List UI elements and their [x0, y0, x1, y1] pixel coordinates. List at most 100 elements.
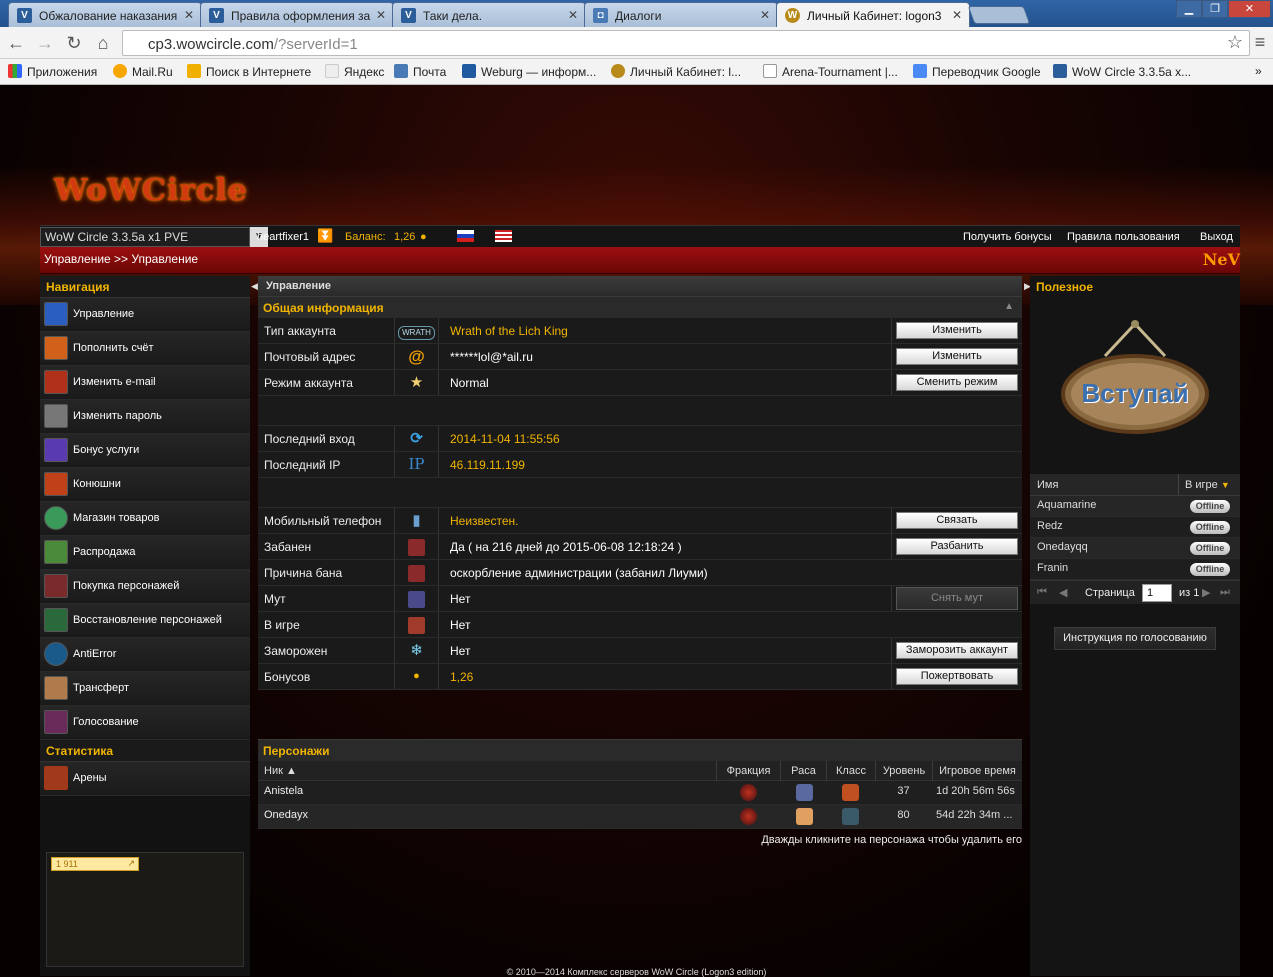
site-logo[interactable]: WoWCircle: [54, 173, 248, 208]
wowcircle-favicon-icon: V: [209, 8, 224, 23]
next-page-icon[interactable]: ▶: [1202, 586, 1210, 599]
balance-value: 1,26: [394, 231, 416, 243]
reload-icon[interactable]: ↻: [64, 33, 84, 53]
characters-title: Персонажи: [258, 739, 1022, 761]
realm-select[interactable]: WoW Circle 3.3.5a x1 PVE ▼: [40, 227, 268, 247]
nav-item-bonus-services[interactable]: Бонус услуги: [40, 434, 250, 468]
nav-item-change-password[interactable]: Изменить пароль: [40, 400, 250, 434]
col-class[interactable]: Класс: [826, 761, 875, 781]
bookmark-wowcircle[interactable]: WoW Circle 3.3.5a x...: [1053, 64, 1191, 79]
menu-icon[interactable]: ≡: [1250, 32, 1270, 52]
vk-favicon-icon: ◘: [593, 8, 608, 23]
bookmark-yandex[interactable]: Яндекс: [325, 64, 384, 79]
bookmark-apps[interactable]: Приложения: [8, 64, 97, 79]
window-close-button[interactable]: ✕: [1228, 0, 1271, 18]
freeze-account-button[interactable]: Заморозить аккаунт: [896, 642, 1018, 659]
prev-page-icon[interactable]: ◀: [1059, 586, 1067, 599]
close-icon[interactable]: ✕: [952, 8, 962, 22]
nav-item-restore-characters[interactable]: Восстановление персонажей: [40, 604, 250, 638]
col-name[interactable]: Имя: [1037, 479, 1058, 491]
col-faction[interactable]: Фракция: [716, 761, 780, 781]
nav-item-buy-characters[interactable]: Покупка персонажей: [40, 570, 250, 604]
forward-icon[interactable]: →: [35, 33, 55, 53]
search-icon: [187, 64, 201, 78]
counter-banner: 1 911 ↗: [46, 852, 244, 967]
last-page-icon[interactable]: ⏭: [1220, 586, 1230, 599]
list-item[interactable]: Franin Offline: [1030, 559, 1240, 580]
page-input[interactable]: 1: [1142, 584, 1172, 602]
transfer-icon: [44, 676, 68, 700]
nav-item-management[interactable]: Управление: [40, 298, 250, 332]
bookmark-search[interactable]: Поиск в Интернете: [187, 64, 311, 79]
nav-item-voting[interactable]: Голосование: [40, 706, 250, 740]
mail-icon: [394, 64, 408, 78]
bookmarks-overflow[interactable]: »: [1255, 64, 1262, 78]
nav-item-shop[interactable]: Магазин товаров: [40, 502, 250, 536]
voting-instructions-button[interactable]: Инструкция по голосованию: [1054, 627, 1216, 650]
bookmark-weburg[interactable]: Weburg — информ...: [462, 64, 596, 79]
us-flag-icon[interactable]: [495, 230, 512, 242]
mute-icon: [395, 586, 439, 611]
get-bonuses-link[interactable]: Получить бонусы: [963, 231, 1052, 243]
logout-link[interactable]: Выход: [1200, 231, 1233, 243]
tab-3[interactable]: V Таки дела. ✕: [392, 2, 586, 27]
list-item[interactable]: Onedayqq Offline: [1030, 538, 1240, 559]
bookmark-mail[interactable]: Почта: [394, 64, 446, 79]
close-icon[interactable]: ✕: [184, 8, 194, 22]
visitor-counter[interactable]: 1 911 ↗: [51, 857, 139, 871]
tab-1[interactable]: V Обжалование наказания ✕: [8, 2, 202, 27]
maximize-button[interactable]: ❐: [1202, 0, 1228, 18]
tab-2[interactable]: V Правила оформления за ✕: [200, 2, 394, 27]
address-bar[interactable]: cp3.wowcircle.com/?serverId=1: [122, 30, 1250, 56]
nav-item-change-email[interactable]: Изменить e-mail: [40, 366, 250, 400]
nav-item-top-up[interactable]: Пополнить счёт: [40, 332, 250, 366]
new-tab-button[interactable]: [967, 6, 1031, 24]
collapse-left-icon[interactable]: ◀: [251, 281, 258, 297]
table-row[interactable]: Anistela 37 1d 20h 56m 56s: [258, 781, 1022, 805]
col-race[interactable]: Раса: [780, 761, 826, 781]
back-icon[interactable]: ←: [6, 33, 26, 53]
list-item[interactable]: Redz Offline: [1030, 517, 1240, 538]
bookmark-cabinet[interactable]: Личный Кабинет: l...: [611, 64, 741, 79]
unmute-button[interactable]: Снять мут: [896, 587, 1018, 610]
unban-button[interactable]: Разбанить: [896, 538, 1018, 555]
col-in-game[interactable]: В игре ▼: [1178, 474, 1240, 495]
col-level[interactable]: Уровень: [875, 761, 932, 781]
minimize-button[interactable]: ▁: [1176, 0, 1202, 18]
table-row[interactable]: Onedayx 80 54d 22h 34m ...: [258, 805, 1022, 829]
bookmark-mailru[interactable]: Mail.Ru: [113, 64, 173, 79]
snowflake-icon: ❄: [395, 638, 439, 663]
change-email-button[interactable]: Изменить: [896, 348, 1018, 365]
nav-item-transfer[interactable]: Трансферт: [40, 672, 250, 706]
nav-item-antierror[interactable]: AntiError: [40, 638, 250, 672]
link-phone-button[interactable]: Связать: [896, 512, 1018, 529]
phone-icon: ▮: [395, 508, 439, 533]
online-list: Aquamarine Offline Redz Offline Onedayqq Of…: [1030, 496, 1240, 580]
nav-item-sale[interactable]: Распродажа: [40, 536, 250, 570]
collapse-icon[interactable]: ▲: [1004, 301, 1014, 312]
bookmark-star-icon[interactable]: ☆: [1225, 32, 1245, 52]
vk-join-sign[interactable]: Вступай: [1060, 316, 1210, 436]
close-icon[interactable]: ✕: [568, 8, 578, 22]
nav-item-arenas[interactable]: Арены: [40, 762, 250, 796]
bookmark-translate[interactable]: Переводчик Google: [913, 64, 1041, 79]
russian-flag-icon[interactable]: [457, 230, 474, 242]
rules-link[interactable]: Правила пользования: [1067, 231, 1180, 243]
list-item[interactable]: Aquamarine Offline: [1030, 496, 1240, 517]
close-icon[interactable]: ✕: [760, 8, 770, 22]
col-playtime[interactable]: Игровое время: [932, 761, 1022, 781]
first-page-icon[interactable]: ⏮: [1037, 586, 1047, 599]
horde-faction-icon: [740, 808, 757, 825]
donate-button[interactable]: Пожертвовать: [896, 668, 1018, 685]
nav-item-stables[interactable]: Конюшни: [40, 468, 250, 502]
change-account-type-button[interactable]: Изменить: [896, 322, 1018, 339]
close-icon[interactable]: ✕: [376, 8, 386, 22]
ip-icon: IP: [395, 452, 439, 477]
tab-4[interactable]: ◘ Диалоги ✕: [584, 2, 778, 27]
shop-icon: [44, 506, 68, 530]
home-icon[interactable]: ⌂: [93, 33, 113, 53]
tab-5[interactable]: W Личный Кабинет: logon3 ✕: [776, 2, 970, 27]
col-nick[interactable]: Ник ▲: [258, 761, 716, 781]
change-mode-button[interactable]: Сменить режим: [896, 374, 1018, 391]
bookmark-arena[interactable]: Arena-Tournament |...: [763, 64, 898, 79]
